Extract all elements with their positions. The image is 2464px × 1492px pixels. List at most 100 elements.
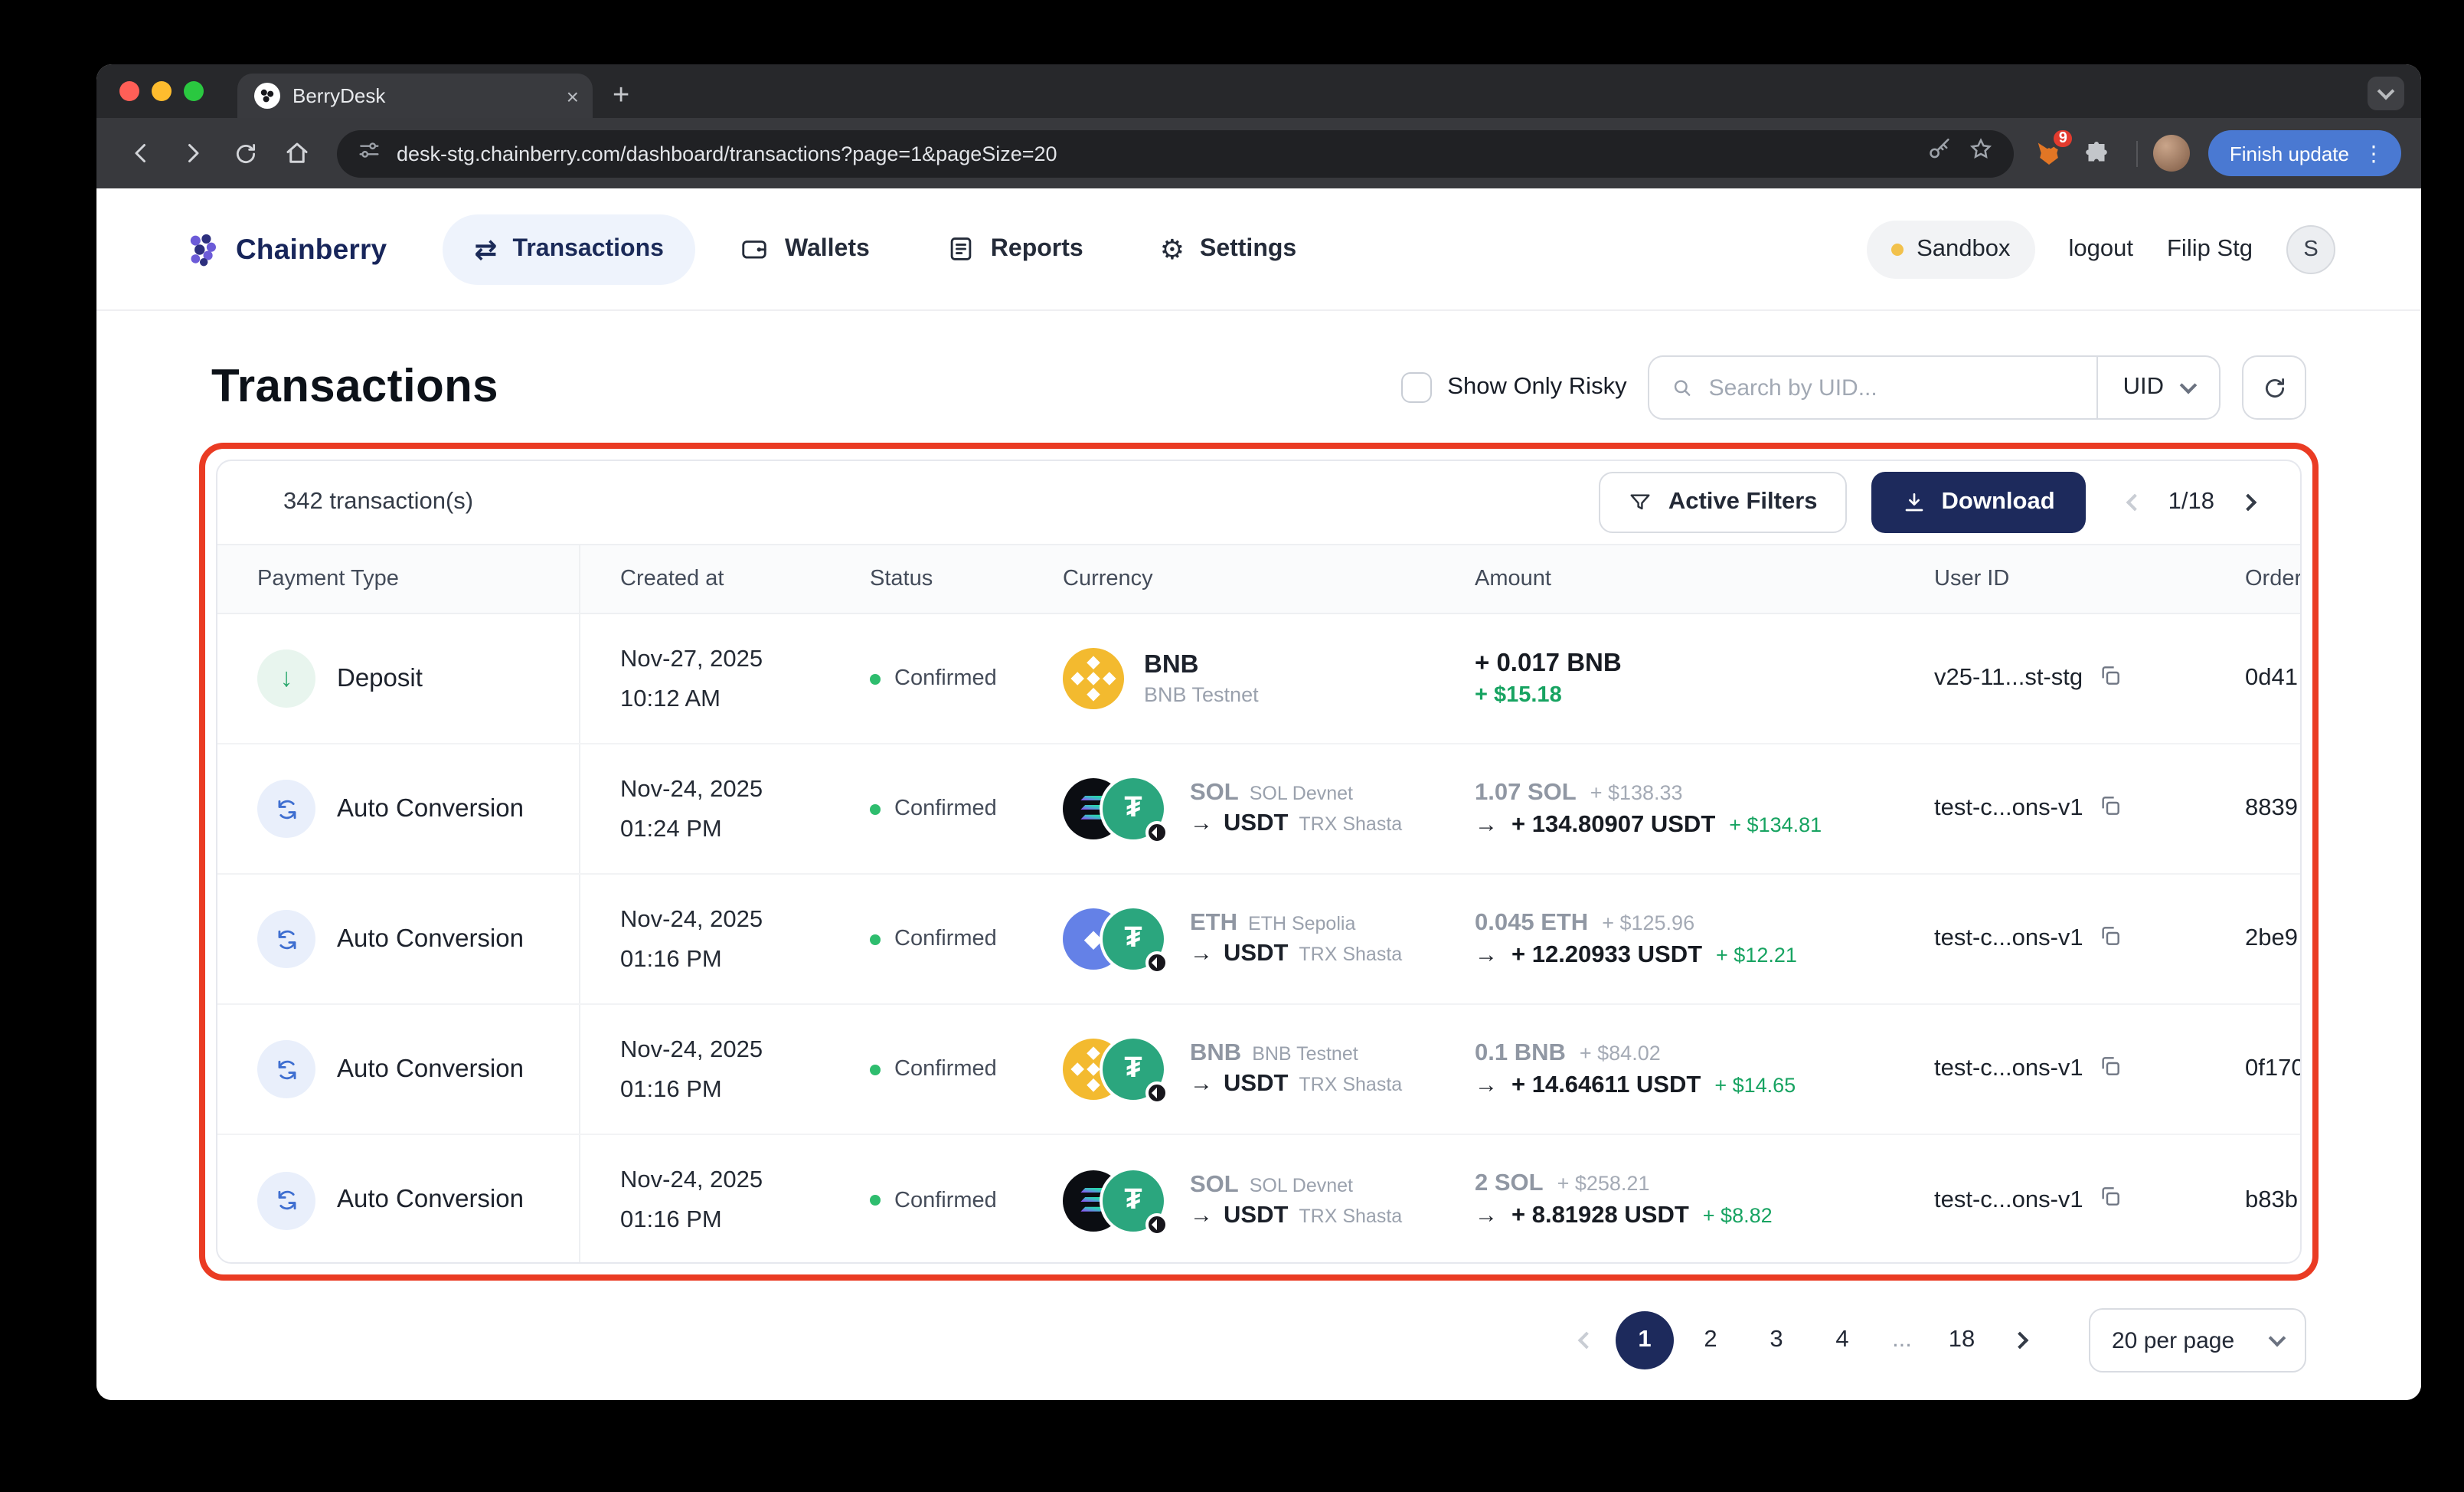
- arrow-right-icon: [1190, 941, 1213, 968]
- show-only-risky-toggle[interactable]: Show Only Risky: [1401, 372, 1627, 403]
- next-page-icon[interactable]: [2236, 483, 2260, 522]
- address-bar[interactable]: desk-stg.chainberry.com/dashboard/transa…: [337, 129, 2014, 177]
- forward-button[interactable]: [168, 129, 217, 178]
- currency-cell: SOLSOL Devnet USDTTRX Shasta: [1023, 744, 1435, 873]
- nav-wallets[interactable]: Wallets: [708, 214, 902, 284]
- currency-cell: BNBBNB Testnet USDTTRX Shasta: [1023, 1005, 1435, 1134]
- nav-transactions[interactable]: ⇄ Transactions: [442, 214, 696, 284]
- col-created-at: Created at: [620, 567, 724, 591]
- search-input[interactable]: [1708, 375, 2076, 401]
- status-cell: Confirmed: [830, 744, 1023, 873]
- browser-window: BerryDesk × + desk-stg.chainberry.com/da…: [96, 64, 2421, 1400]
- transaction-count: 342 transaction(s): [283, 489, 474, 515]
- brand[interactable]: Chainberry: [182, 229, 387, 269]
- search-field[interactable]: [1650, 375, 2097, 401]
- browser-tab[interactable]: BerryDesk ×: [237, 74, 593, 118]
- col-order: Order: [2245, 567, 2300, 591]
- col-payment-type: Payment Type: [217, 545, 580, 613]
- bookmark-star-icon[interactable]: [1968, 136, 1994, 170]
- download-button[interactable]: Download: [1871, 472, 2086, 533]
- prev-page-icon[interactable]: [2123, 483, 2147, 522]
- amount-cell: + 0.017 BNB + $15.18: [1475, 649, 1622, 708]
- col-user-id: User ID: [1934, 567, 2010, 591]
- status-dot: [870, 1064, 881, 1075]
- arrow-right-icon: [1190, 810, 1213, 838]
- page-button-1[interactable]: 1: [1616, 1311, 1674, 1369]
- fullscreen-window-button[interactable]: [184, 81, 204, 101]
- browser-profile-avatar[interactable]: [2152, 135, 2190, 172]
- close-window-button[interactable]: [119, 81, 139, 101]
- page-button-4[interactable]: 4: [1813, 1311, 1871, 1369]
- risky-checkbox[interactable]: [1401, 372, 1433, 403]
- per-page-select[interactable]: 20 per page: [2089, 1308, 2306, 1373]
- extension-icon[interactable]: 9: [2029, 127, 2075, 173]
- user-name: Filip Stg: [2167, 235, 2253, 261]
- payment-type-cell: Auto Conversion: [217, 1135, 580, 1262]
- transaction-row[interactable]: ↓ Deposit Nov-27, 2025 10:12 AM Confirmed: [217, 614, 2300, 744]
- copy-icon[interactable]: [2099, 923, 2123, 955]
- minimize-window-button[interactable]: [152, 81, 172, 101]
- user-id-cell: v25-11...st-stg: [1894, 614, 2205, 743]
- created-at-cell: Nov-27, 2025 10:12 AM: [620, 646, 763, 712]
- search-icon: [1675, 380, 1691, 396]
- tab-search-button[interactable]: [2368, 77, 2404, 110]
- url-text[interactable]: desk-stg.chainberry.com/dashboard/transa…: [397, 142, 1911, 165]
- chevron-down-icon: [2268, 1329, 2286, 1347]
- page-title: Transactions: [211, 362, 498, 412]
- gear-icon: ⚙: [1159, 234, 1185, 264]
- table-header-row: Payment Type Created at Status Currency …: [217, 544, 2300, 614]
- status-dot: [870, 1195, 881, 1206]
- copy-icon[interactable]: [2099, 1184, 2123, 1216]
- amount-cell: 2 SOL+ $258.21 + 8.81928 USDT+ $8.82: [1435, 1135, 1894, 1262]
- home-button[interactable]: [273, 129, 322, 178]
- payment-type-cell: Auto Conversion: [217, 1005, 580, 1134]
- tab-close-icon[interactable]: ×: [567, 83, 579, 108]
- tron-badge-icon: [1145, 951, 1168, 974]
- created-at-cell: Nov-24, 2025 01:16 PM: [620, 1167, 763, 1233]
- status-cell: Confirmed: [830, 1135, 1023, 1262]
- transaction-row[interactable]: Auto Conversion Nov-24, 2025 01:24 PM Con…: [217, 744, 2300, 875]
- page-button-3[interactable]: 3: [1747, 1311, 1806, 1369]
- bnb-coin-icon: [1063, 648, 1124, 709]
- extensions-puzzle-icon[interactable]: [2072, 129, 2121, 178]
- pagination-prev-icon[interactable]: [1574, 1320, 1599, 1360]
- swap-arrows-icon: ⇄: [474, 234, 498, 264]
- copy-icon[interactable]: [2098, 663, 2123, 695]
- nav-reports[interactable]: Reports: [914, 214, 1116, 284]
- currency-cell: SOLSOL Devnet USDTTRX Shasta: [1023, 1135, 1435, 1262]
- browser-menu-icon[interactable]: ⋮: [2363, 140, 2384, 166]
- status-cell: Confirmed: [830, 875, 1023, 1003]
- transaction-row[interactable]: Auto Conversion Nov-24, 2025 01:16 PM Con…: [217, 1135, 2300, 1262]
- site-settings-icon[interactable]: [357, 137, 381, 169]
- browser-tab-strip: BerryDesk × +: [96, 64, 2421, 118]
- password-key-icon[interactable]: [1926, 136, 1953, 170]
- page-button-18[interactable]: 18: [1933, 1311, 1991, 1369]
- logout-link[interactable]: logout: [2069, 235, 2133, 263]
- active-filters-button[interactable]: Active Filters: [1599, 472, 1847, 533]
- user-avatar[interactable]: S: [2286, 224, 2335, 273]
- search-filter-select[interactable]: UID: [2099, 374, 2219, 401]
- chainberry-logo-icon: [190, 233, 216, 266]
- main-nav: ⇄ Transactions Wallets Reports ⚙ Setting…: [442, 214, 1328, 284]
- currency-cell: BNB BNB Testnet: [1023, 614, 1435, 743]
- arrow-right-icon: [1475, 1202, 1498, 1230]
- order-id-cell: 0f170: [2245, 1055, 2300, 1081]
- copy-icon[interactable]: [2099, 793, 2123, 825]
- status-cell: Confirmed: [830, 1005, 1023, 1134]
- status-cell: Confirmed: [830, 614, 1023, 743]
- reload-button[interactable]: [221, 129, 270, 178]
- transaction-row[interactable]: Auto Conversion Nov-24, 2025 01:16 PM Con…: [217, 1005, 2300, 1135]
- transactions-page: Transactions Show Only Risky UID: [96, 311, 2421, 1400]
- new-tab-button[interactable]: +: [613, 81, 629, 110]
- transaction-row[interactable]: Auto Conversion Nov-24, 2025 01:16 PM Con…: [217, 875, 2300, 1005]
- page-button-2[interactable]: 2: [1681, 1311, 1740, 1369]
- refresh-button[interactable]: [2242, 355, 2306, 420]
- app-content: Chainberry ⇄ Transactions Wallets Report…: [96, 188, 2421, 1400]
- nav-settings[interactable]: ⚙ Settings: [1128, 214, 1329, 284]
- pagination-next-icon[interactable]: [2008, 1320, 2032, 1360]
- copy-icon[interactable]: [2099, 1053, 2123, 1085]
- created-at-cell: Nov-24, 2025 01:24 PM: [620, 776, 763, 842]
- back-button[interactable]: [116, 129, 165, 178]
- toolbar-divider: [2136, 140, 2138, 166]
- finish-update-button[interactable]: Finish update ⋮: [2207, 130, 2401, 176]
